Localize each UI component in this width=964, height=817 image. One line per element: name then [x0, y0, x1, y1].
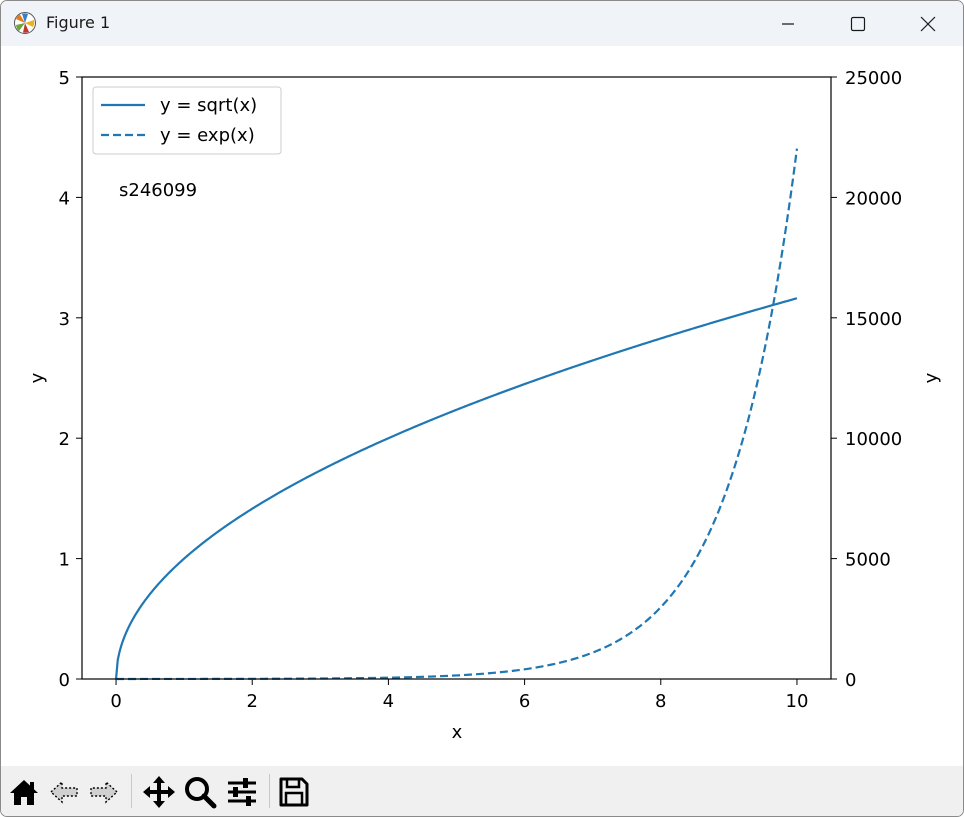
home-icon: [10, 780, 38, 805]
minimize-button[interactable]: [753, 1, 823, 46]
y-tick-label: 2: [59, 429, 70, 450]
home-button[interactable]: [5, 774, 43, 810]
minimize-icon: [782, 22, 794, 25]
x-tick-label: 0: [110, 691, 121, 712]
pan-button[interactable]: [140, 774, 178, 810]
x-tick-label: 6: [519, 691, 530, 712]
x-axis-label: x: [452, 722, 463, 743]
configure-subplots-button[interactable]: [223, 774, 261, 810]
x-tick-label: 2: [247, 691, 258, 712]
chart: 0 2 4 6 8 10 0 1 2 3 4 5 0 5000 10000 15000 20000 25000…: [27, 68, 942, 743]
arrow-right-icon: [90, 780, 119, 804]
legend-label-sqrt: y = sqrt(x): [160, 95, 257, 116]
y-right-axis-ticks: 0 5000 10000 15000 20000 25000: [831, 68, 902, 691]
y-tick-label: 4: [59, 188, 70, 209]
toolbar-separator: [131, 774, 132, 808]
magnifier-icon: [185, 777, 217, 809]
x-axis-ticks: 0 2 4 6 8 10: [110, 679, 808, 712]
toolbar-separator: [269, 774, 270, 808]
y-right-tick-label: 25000: [845, 68, 902, 89]
maximize-icon: [850, 16, 866, 31]
close-button[interactable]: [893, 1, 963, 46]
arrow-left-icon: [49, 780, 78, 804]
sliders-icon: [228, 778, 256, 806]
series-line-sqrt: [114, 297, 798, 680]
legend: y = sqrt(x) y = exp(x): [92, 86, 282, 155]
y-right-tick-label: 20000: [845, 188, 902, 209]
y-tick-label: 3: [59, 309, 70, 330]
window-title: Figure 1: [46, 13, 111, 32]
matplotlib-logo-icon: [14, 12, 36, 34]
plot-frame: [81, 76, 832, 680]
series-line-exp: [116, 148, 799, 681]
y-tick-label: 1: [59, 550, 70, 571]
zoom-button[interactable]: [181, 774, 219, 810]
y-tick-label: 5: [59, 68, 70, 89]
x-tick-label: 8: [655, 691, 666, 712]
annotation-text: s246099: [119, 180, 197, 201]
title-bar[interactable]: Figure 1: [1, 1, 963, 46]
back-button[interactable]: [45, 774, 83, 810]
figure-window: Figure 1 0 2 4 6 8 10 0 1 2 3 4 5 0 5000 10000 15000 2…: [0, 0, 964, 817]
y-right-axis-label: y: [921, 372, 942, 383]
x-tick-label: 4: [383, 691, 394, 712]
y-right-tick-label: 15000: [845, 309, 902, 330]
close-icon: [920, 16, 936, 31]
move-icon: [143, 776, 175, 808]
y-tick-label: 0: [59, 670, 70, 691]
y-axis-label: y: [27, 372, 48, 383]
legend-label-exp: y = exp(x): [160, 125, 255, 146]
y-right-tick-label: 5000: [845, 550, 891, 571]
save-button[interactable]: [275, 774, 313, 810]
floppy-disk-icon: [279, 777, 309, 807]
maximize-button[interactable]: [823, 1, 893, 46]
navigation-toolbar: [1, 766, 963, 816]
y-right-tick-label: 0: [845, 670, 856, 691]
y-right-tick-label: 10000: [845, 429, 902, 450]
forward-button[interactable]: [85, 774, 123, 810]
y-axis-ticks: 0 1 2 3 4 5: [59, 68, 82, 691]
figure-canvas[interactable]: 0 2 4 6 8 10 0 1 2 3 4 5 0 5000 10000 15000 20000 25000…: [1, 46, 963, 766]
x-tick-label: 10: [786, 691, 809, 712]
